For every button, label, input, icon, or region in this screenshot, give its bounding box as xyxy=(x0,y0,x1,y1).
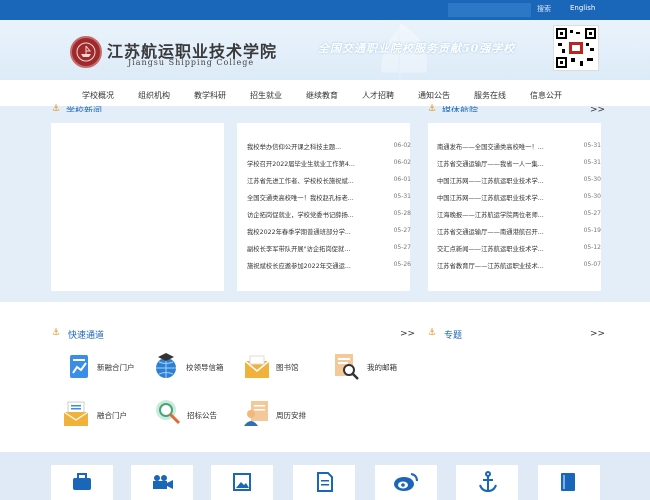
nav-teaching-research[interactable]: 教学科研 xyxy=(194,90,226,101)
bottom-tile[interactable] xyxy=(51,465,113,500)
topics-more-link[interactable]: >> xyxy=(590,329,605,339)
anchor-icon xyxy=(479,471,497,493)
nav-online-services[interactable]: 服务在线 xyxy=(474,90,506,101)
topics-title: 专题 xyxy=(444,331,463,341)
english-link[interactable]: English xyxy=(570,4,595,12)
globe-graduation-icon[interactable] xyxy=(152,351,180,379)
list-item[interactable]: 副校长李军带队开展"访企拓岗促就... 05-27 xyxy=(247,239,411,256)
qr-code-icon xyxy=(553,25,599,71)
weibo-icon xyxy=(394,473,418,491)
search-input[interactable] xyxy=(448,3,531,17)
media-news-title[interactable]: 媒体航院 xyxy=(442,104,478,112)
news-photo-panel[interactable] xyxy=(51,123,224,291)
list-item[interactable]: 我校2022年春季学期普通班部分学... 05-27 xyxy=(247,222,411,239)
list-item[interactable]: 江苏省教育厅——江苏航运职业技术... 05-07 xyxy=(437,256,601,273)
nav-organization[interactable]: 组织机构 xyxy=(138,90,170,101)
quick-item-label[interactable]: 校领导信箱 xyxy=(186,362,224,373)
quick-item-label[interactable]: 招标公告 xyxy=(187,410,217,421)
list-item[interactable]: 中国江苏网——江苏航运职业技术学... 05-30 xyxy=(437,188,601,205)
bottom-tile[interactable] xyxy=(211,465,273,500)
list-item[interactable]: 江苏省交通运输厅——我省一人一集... 05-31 xyxy=(437,154,601,171)
list-item[interactable]: 施祝斌校长应邀参加2022年交通运... 05-26 xyxy=(247,256,411,273)
search-button[interactable]: 搜索 xyxy=(537,4,551,14)
media-more-link[interactable]: >> xyxy=(590,105,605,115)
list-item[interactable]: 访企拓岗促就业，学校党委书记薛扬... 05-28 xyxy=(247,205,411,222)
nav-notices[interactable]: 通知公告 xyxy=(418,90,450,101)
envelope-icon[interactable] xyxy=(243,353,271,381)
chart-doc-icon[interactable] xyxy=(66,353,94,381)
nav-recruitment[interactable]: 人才招聘 xyxy=(362,90,394,101)
media-news-list: 南通发布——全国交通类高校唯一！... 05-31 江苏省交通运输厅——我省一人一… xyxy=(437,137,601,273)
briefcase-icon xyxy=(73,473,91,490)
logo-english-name: Jiangsu Shipping College xyxy=(128,58,255,67)
mail-doc-icon[interactable] xyxy=(62,400,90,428)
video-camera-icon xyxy=(153,475,173,489)
anchor-icon: ⚓ xyxy=(428,328,437,338)
list-item[interactable]: 我校举办信仰公开课之科技主题... 06-02 xyxy=(247,137,411,154)
quick-more-link[interactable]: >> xyxy=(400,329,415,339)
list-item[interactable]: 江苏省交通运输厅——南通港航召开... 05-19 xyxy=(437,222,601,239)
picture-icon xyxy=(233,473,251,491)
header-banner: 江苏航运职业技术学院 Jiangsu Shipping College 全国交通… xyxy=(0,20,650,80)
list-item[interactable]: 江苏省先进工作者、学校校长施祝斌... 06-01 xyxy=(247,171,411,188)
slogan-text: 全国交通职业院校服务贡献50强学校 xyxy=(318,42,516,55)
bottom-tile[interactable] xyxy=(375,465,437,500)
school-news-list: 我校举办信仰公开课之科技主题... 06-02 学校召开2022届毕业生就业工作第… xyxy=(247,137,411,273)
anchor-icon: ⚓ xyxy=(428,104,437,114)
bottom-tile[interactable] xyxy=(131,465,193,500)
nav-continuing-education[interactable]: 继续教育 xyxy=(306,90,338,101)
person-doc-icon[interactable] xyxy=(243,399,271,427)
bottom-tile[interactable] xyxy=(293,465,355,500)
document-icon xyxy=(317,472,333,492)
list-item[interactable]: 交汇点新闻——江苏航运职业技术学... 05-12 xyxy=(437,239,601,256)
quick-item-label[interactable]: 融合门户 xyxy=(97,410,127,421)
bottom-tile[interactable] xyxy=(456,465,518,500)
school-emblem-icon[interactable] xyxy=(70,36,102,68)
quick-item-label[interactable]: 周历安排 xyxy=(276,410,306,421)
school-news-panel: 我校举办信仰公开课之科技主题... 06-02 学校召开2022届毕业生就业工作第… xyxy=(237,123,411,291)
top-bar: 搜索 English xyxy=(0,0,650,20)
quick-channel-title: 快速通道 xyxy=(68,331,105,341)
list-item[interactable]: 学校召开2022届毕业生就业工作第4... 06-02 xyxy=(247,154,411,171)
nav-school-overview[interactable]: 学校概况 xyxy=(82,90,114,101)
main-nav: 学校概况 组织机构 教学科研 招生就业 继续教育 人才招聘 通知公告 服务在线 … xyxy=(0,86,650,106)
list-item[interactable]: 中国江苏网——江苏航运职业技术学... 05-30 xyxy=(437,171,601,188)
media-news-panel: 南通发布——全国交通类高校唯一！... 05-31 江苏省交通运输厅——我省一人一… xyxy=(428,123,601,291)
book-icon xyxy=(561,473,575,491)
anchor-icon: ⚓ xyxy=(52,328,61,338)
quick-item-label[interactable]: 图书馆 xyxy=(276,362,299,373)
list-item[interactable]: 江海晚报——江苏航运学院两位老师... 05-27 xyxy=(437,205,601,222)
nav-information-disclosure[interactable]: 信息公开 xyxy=(530,90,562,101)
magnifier-doc-icon[interactable] xyxy=(332,352,360,380)
bottom-tile[interactable] xyxy=(538,465,600,500)
list-item[interactable]: 全国交通类高校唯一！我校赵孔标老... 05-31 xyxy=(247,188,411,205)
quick-item-label[interactable]: 新融合门户 xyxy=(97,362,135,373)
anchor-icon: ⚓ xyxy=(52,104,61,114)
quick-item-label[interactable]: 我的邮箱 xyxy=(367,362,397,373)
magnifier-circle-icon[interactable] xyxy=(154,398,182,426)
school-news-title[interactable]: 学校新闻 xyxy=(66,104,102,112)
nav-admissions[interactable]: 招生就业 xyxy=(250,90,282,101)
list-item[interactable]: 南通发布——全国交通类高校唯一！... 05-31 xyxy=(437,137,601,154)
